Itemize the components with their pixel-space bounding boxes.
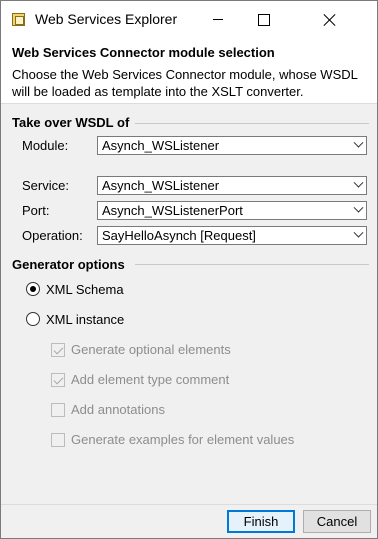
xml-schema-label[interactable]: XML Schema — [46, 282, 124, 297]
xml-schema-radio[interactable] — [26, 282, 40, 296]
section-divider — [135, 264, 369, 265]
module-value: Asynch_WSListener — [102, 138, 220, 153]
dialog-window: Web Services Explorer Web Services Conne… — [0, 0, 378, 539]
operation-label: Operation: — [22, 228, 83, 243]
chevron-down-icon — [355, 207, 362, 214]
operation-value: SayHelloAsynch [Request] — [102, 228, 256, 243]
generate-examples-label: Generate examples for element values — [71, 432, 295, 447]
add-annotations-label: Add annotations — [71, 402, 165, 417]
port-label: Port: — [22, 203, 50, 218]
window-title: Web Services Explorer — [35, 11, 178, 27]
maximize-icon — [258, 13, 270, 26]
banner-title: Web Services Connector module selection — [12, 45, 275, 60]
generator-section-title: Generator options — [12, 257, 131, 272]
add-annotations-checkbox[interactable] — [51, 403, 65, 417]
generate-optional-elements-checkbox[interactable] — [51, 343, 65, 357]
banner-description: Choose the Web Services Connector module… — [12, 67, 358, 99]
chevron-down-icon[interactable] — [355, 232, 362, 239]
maximize-button[interactable] — [241, 1, 287, 38]
section-divider — [121, 123, 369, 124]
finish-button[interactable]: Finish — [227, 510, 295, 533]
module-label: Module: — [22, 138, 69, 153]
add-element-type-comment-label: Add element type comment — [71, 372, 230, 387]
generate-examples-checkbox[interactable] — [51, 433, 65, 447]
footer-divider — [1, 504, 377, 505]
cancel-button[interactable]: Cancel — [303, 510, 371, 533]
add-element-type-comment-checkbox[interactable] — [51, 373, 65, 387]
title-bar[interactable]: Web Services Explorer — [1, 1, 377, 38]
close-icon — [324, 14, 336, 26]
header-banner: Web Services Connector module selection … — [1, 38, 377, 104]
service-value: Asynch_WSListener — [102, 178, 220, 193]
app-icon — [12, 13, 25, 26]
service-combobox[interactable]: Asynch_WSListener — [97, 176, 367, 195]
xml-instance-label[interactable]: XML instance — [46, 312, 124, 327]
generate-optional-elements-label: Generate optional elements — [71, 342, 231, 357]
close-button[interactable] — [307, 1, 353, 38]
minimize-button[interactable] — [195, 1, 241, 38]
chevron-down-icon — [355, 142, 362, 149]
xml-instance-radio[interactable] — [26, 312, 40, 326]
service-label: Service: — [22, 178, 69, 193]
minimize-icon — [213, 19, 223, 20]
port-dropdown[interactable]: Asynch_WSListenerPort — [97, 201, 367, 220]
port-value: Asynch_WSListenerPort — [102, 203, 243, 218]
wsdl-section-title: Take over WSDL of — [12, 115, 136, 130]
chevron-down-icon[interactable] — [355, 182, 362, 189]
operation-combobox[interactable]: SayHelloAsynch [Request] — [97, 226, 367, 245]
module-dropdown[interactable]: Asynch_WSListener — [97, 136, 367, 155]
